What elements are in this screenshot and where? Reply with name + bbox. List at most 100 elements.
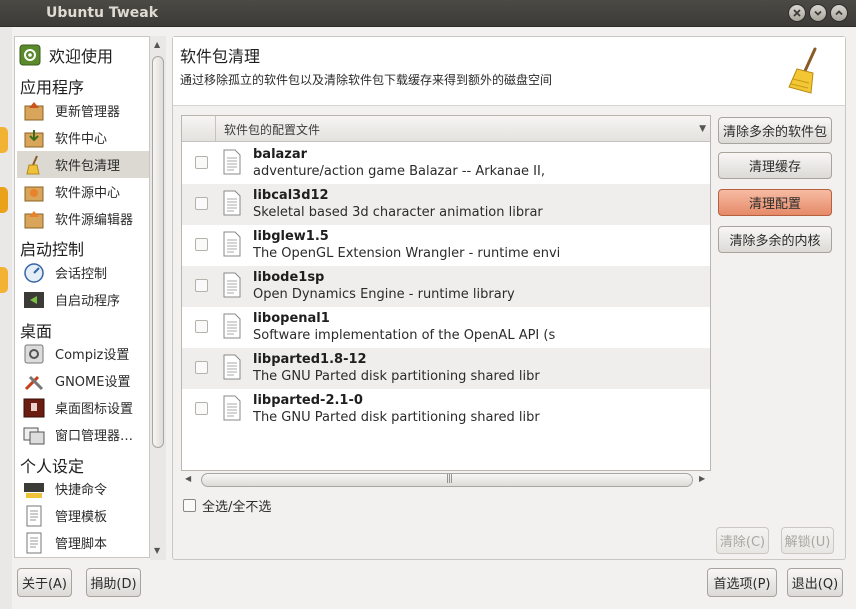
- sidebar-item-window-manager[interactable]: 窗口管理器…: [17, 421, 149, 448]
- compiz-icon: [24, 344, 44, 363]
- sidebar-item-scripts[interactable]: 管理脚本: [17, 529, 149, 556]
- package-checkbox[interactable]: [195, 279, 208, 292]
- sidebar-item-source-center[interactable]: 软件源中心: [17, 178, 149, 205]
- package-description: Open Dynamics Engine - runtime library: [253, 287, 515, 302]
- package-checkbox[interactable]: [195, 402, 208, 415]
- minimize-icon: [814, 10, 822, 16]
- background-decoration: [0, 127, 8, 153]
- content-panel: 软件包清理 通过移除孤立的软件包以及清除软件包下载缓存来得到额外的磁盘空间 软件…: [172, 36, 846, 560]
- sidebar-scrollbar[interactable]: ▲ ▼: [150, 36, 166, 560]
- sidebar-item-gnome[interactable]: GNOME设置: [17, 367, 149, 394]
- sidebar-item-label: 软件中心: [55, 132, 108, 147]
- sidebar-section-desktop: 桌面: [20, 322, 53, 341]
- sidebar-item-label: 软件源中心: [55, 186, 121, 201]
- template-document-icon: [26, 505, 42, 526]
- maximize-window-button[interactable]: [830, 4, 848, 22]
- window-manager-icon: [23, 427, 45, 444]
- about-button[interactable]: 关于(A): [17, 568, 72, 597]
- close-icon: [793, 9, 801, 17]
- ubuntu-tweak-icon: [19, 44, 41, 66]
- package-description: The OpenGL Extension Wrangler - runtime …: [253, 246, 561, 261]
- window-title: Ubuntu Tweak: [46, 5, 159, 21]
- source-editor-icon: [24, 210, 44, 228]
- session-gauge-icon: [24, 262, 44, 283]
- select-all-label: 全选/全不选: [202, 500, 272, 515]
- select-all-toggle[interactable]: 全选/全不选: [183, 496, 271, 515]
- select-all-checkbox[interactable]: [183, 499, 196, 512]
- title-bar: Ubuntu Tweak: [0, 0, 856, 27]
- close-window-button[interactable]: [788, 4, 806, 22]
- list-item[interactable]: libparted-2.1-0 The GNU Parted disk part…: [182, 389, 710, 430]
- scroll-down-icon[interactable]: ▼: [154, 546, 160, 555]
- sidebar-item-label: 软件源编辑器: [55, 213, 134, 228]
- script-document-icon: [26, 532, 42, 553]
- clean-config-button[interactable]: 清理配置: [718, 189, 832, 216]
- sidebar-item-label: 软件包清理: [55, 159, 121, 174]
- clean-cache-button[interactable]: 清理缓存: [718, 152, 832, 179]
- package-name: libparted1.8-12: [253, 352, 367, 367]
- sidebar-item-templates[interactable]: 管理模板: [17, 502, 149, 529]
- desktop-icon: [23, 398, 45, 417]
- list-item[interactable]: balazar adventure/action game Balazar --…: [182, 143, 710, 184]
- source-center-icon: [24, 186, 44, 201]
- scrollbar-thumb[interactable]: [152, 56, 164, 448]
- scroll-left-icon[interactable]: ◀: [185, 474, 191, 483]
- package-file-icon: [223, 313, 241, 339]
- package-description: The GNU Parted disk partitioning shared …: [253, 410, 540, 425]
- sort-arrow-icon: ▼: [699, 124, 706, 134]
- list-item[interactable]: libopenal1 Software implementation of th…: [182, 307, 710, 348]
- list-item[interactable]: libglew1.5 The OpenGL Extension Wrangler…: [182, 225, 710, 266]
- minimize-window-button[interactable]: [809, 4, 827, 22]
- select-column-header[interactable]: [182, 116, 216, 142]
- package-name: balazar: [253, 147, 308, 162]
- background-decoration: [0, 267, 8, 293]
- sidebar-item-session-control[interactable]: 会话控制: [17, 259, 149, 286]
- package-checkbox[interactable]: [195, 197, 208, 210]
- sidebar-item-shortcuts[interactable]: 快捷命令: [17, 475, 149, 502]
- list-column-header[interactable]: 软件包的配置文件 ▼: [182, 116, 710, 142]
- package-file-icon: [223, 190, 241, 216]
- sidebar-item-software-center[interactable]: 软件中心: [17, 124, 149, 151]
- sidebar: 欢迎使用 应用程序 更新管理器 软件中心 软件包清理 软件源中心 软件源编辑器 …: [14, 36, 150, 558]
- sidebar-item-autostart[interactable]: 自启动程序: [17, 286, 149, 313]
- package-name: libglew1.5: [253, 229, 329, 244]
- page-title: 软件包清理: [180, 47, 261, 66]
- clean-packages-button[interactable]: 清除多余的软件包: [718, 117, 832, 144]
- maximize-icon: [835, 10, 843, 16]
- list-item[interactable]: libcal3d12 Skeletal based 3d character a…: [182, 184, 710, 225]
- sidebar-item-source-editor[interactable]: 软件源编辑器: [17, 205, 149, 232]
- scroll-right-icon[interactable]: ▶: [699, 474, 705, 483]
- sidebar-item-compiz[interactable]: Compiz设置: [17, 340, 149, 367]
- package-checkbox[interactable]: [195, 156, 208, 169]
- sidebar-item-update-manager[interactable]: 更新管理器: [17, 97, 149, 124]
- column-header-label: 软件包的配置文件: [224, 123, 321, 137]
- package-file-icon: [223, 354, 241, 380]
- list-item[interactable]: libparted1.8-12 The GNU Parted disk part…: [182, 348, 710, 389]
- package-checkbox[interactable]: [195, 238, 208, 251]
- sidebar-section-apps: 应用程序: [20, 78, 85, 97]
- package-file-icon: [223, 231, 241, 257]
- page-header: 软件包清理 通过移除孤立的软件包以及清除软件包下载缓存来得到额外的磁盘空间: [173, 37, 845, 106]
- unlock-button[interactable]: 解锁(U): [781, 527, 834, 554]
- scrollbar-thumb[interactable]: |||: [201, 473, 693, 487]
- package-description: The GNU Parted disk partitioning shared …: [253, 369, 540, 384]
- sidebar-item-welcome[interactable]: 欢迎使用: [19, 40, 149, 70]
- package-description: Skeletal based 3d character animation li…: [253, 205, 543, 220]
- tools-icon: [24, 375, 44, 390]
- clean-kernel-button[interactable]: 清除多余的内核: [718, 226, 832, 253]
- list-item[interactable]: libode1sp Open Dynamics Engine - runtime…: [182, 266, 710, 307]
- donate-button[interactable]: 捐助(D): [86, 568, 141, 597]
- package-checkbox[interactable]: [195, 320, 208, 333]
- sidebar-item-label: 自启动程序: [55, 294, 121, 309]
- package-checkbox[interactable]: [195, 361, 208, 374]
- horizontal-scrollbar[interactable]: ◀ ||| ▶: [181, 471, 711, 489]
- scroll-up-icon[interactable]: ▲: [154, 40, 160, 49]
- sidebar-item-package-cleaner[interactable]: 软件包清理: [17, 151, 149, 178]
- sidebar-item-label: 窗口管理器…: [55, 429, 134, 444]
- quit-button[interactable]: 退出(Q): [787, 568, 843, 597]
- preferences-button[interactable]: 首选项(P): [707, 568, 777, 597]
- grip-icon: |||: [446, 474, 453, 484]
- clean-button[interactable]: 清除(C): [716, 527, 769, 554]
- sidebar-item-desktop-icons[interactable]: 桌面图标设置: [17, 394, 149, 421]
- package-name: libparted-2.1-0: [253, 393, 363, 408]
